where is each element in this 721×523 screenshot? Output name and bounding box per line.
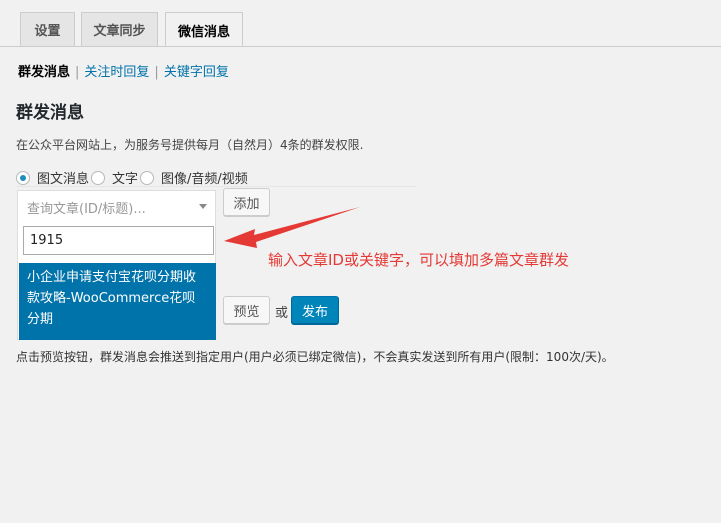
annotation-text: 输入文章ID或关键字，可以填加多篇文章群发 <box>268 251 569 269</box>
